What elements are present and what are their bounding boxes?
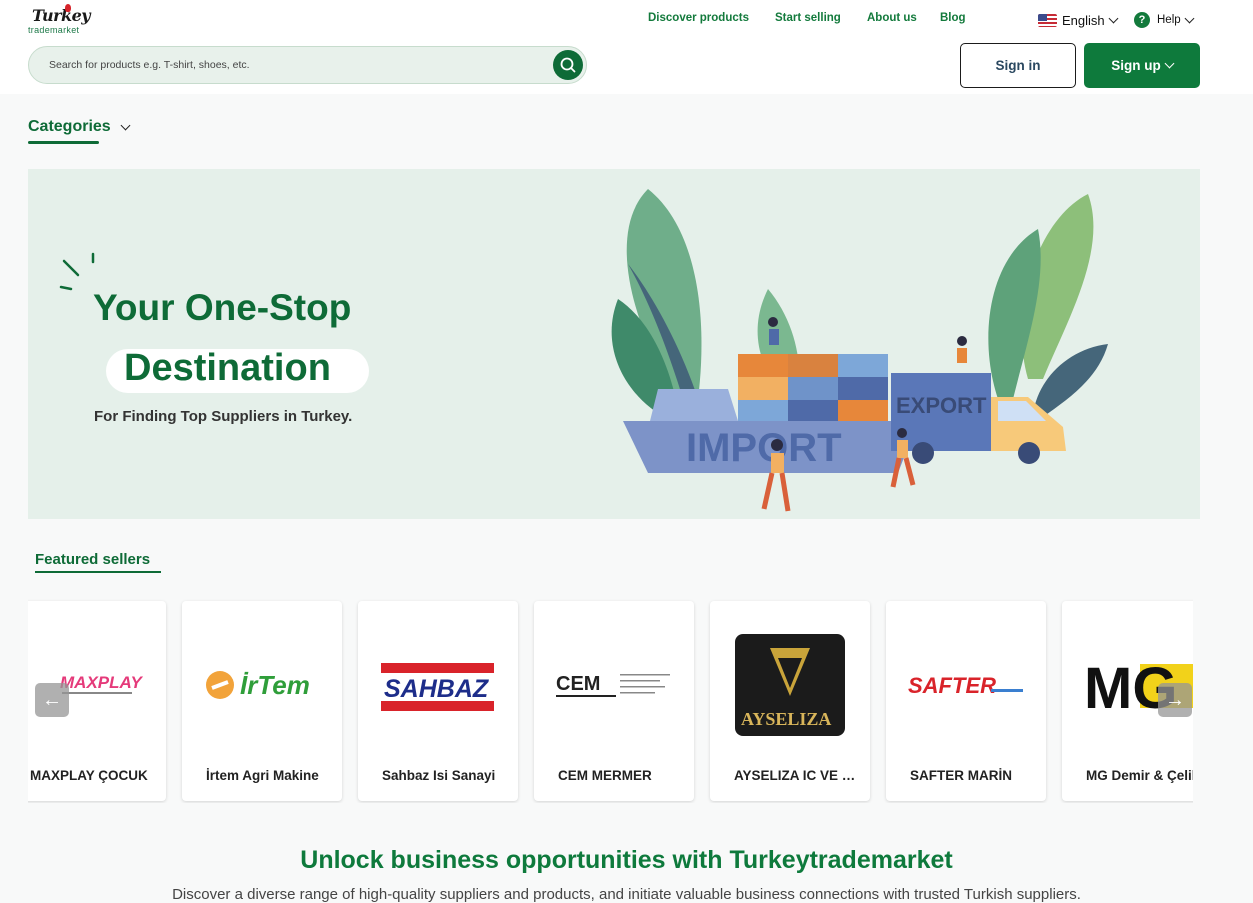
categories-underline — [28, 141, 99, 144]
site-header: Turkey trademarket Discover products Sta… — [0, 0, 1253, 94]
chevron-down-icon — [1184, 13, 1195, 23]
help-circle-icon: ? — [1134, 12, 1150, 28]
chevron-down-icon — [1108, 13, 1119, 23]
search-icon — [560, 57, 576, 73]
nav-about-us[interactable]: About us — [867, 12, 917, 28]
sign-up-button[interactable]: Sign up — [1084, 43, 1200, 88]
featured-sellers-carousel: MAXPLAY MAXPLAY ÇOCUK İrTem İrtem Agri M… — [28, 597, 1193, 803]
illustration-import-text: IMPORT — [686, 426, 842, 470]
us-flag-icon — [1038, 13, 1057, 27]
seller-logo: SAHBAZ — [381, 663, 494, 711]
hero-banner: Your One-Stop Destination For Finding To… — [28, 169, 1200, 519]
seller-card[interactable]: SAFTER SAFTER MARİN — [886, 601, 1046, 801]
hero-subtitle: For Finding Top Suppliers in Turkey. — [94, 408, 353, 425]
nav-start-selling[interactable]: Start selling — [775, 12, 841, 28]
seller-logo-text: MAXPLAY — [60, 673, 144, 692]
language-selector[interactable]: English — [1038, 11, 1119, 29]
seller-card[interactable]: SAHBAZ Sahbaz Isi Sanayi — [358, 601, 518, 801]
brand-logo[interactable]: Turkey trademarket — [28, 4, 92, 36]
help-label: Help — [1157, 14, 1181, 26]
seller-name: Sahbaz Isi Sanayi — [382, 768, 496, 783]
chevron-down-icon — [1164, 58, 1175, 69]
arrow-left-icon: ← — [42, 688, 62, 711]
seller-logo: MG — [1084, 656, 1193, 721]
hero-title-line1: Your One-Stop — [93, 287, 352, 328]
seller-logo-text: İrTem — [240, 670, 310, 700]
nav-discover-products[interactable]: Discover products — [648, 12, 749, 28]
sign-in-button[interactable]: Sign in — [960, 43, 1076, 88]
seller-name: MAXPLAY ÇOCUK — [30, 768, 148, 783]
seller-card[interactable]: AYSELIZA AYSELIZA IC VE DIS — [710, 601, 870, 801]
logo-text-bottom: trademarket — [28, 25, 80, 35]
featured-sellers-underline — [35, 571, 161, 573]
seller-card[interactable]: CEM CEM MERMER — [534, 601, 694, 801]
unlock-description: Discover a diverse range of high-quality… — [172, 886, 1081, 903]
seller-name: MG Demir & Çelik — [1086, 768, 1193, 783]
seller-name: İrtem Agri Makine — [206, 768, 319, 783]
seller-logo: AYSELIZA — [735, 634, 845, 736]
carousel-prev-button[interactable]: ← — [35, 683, 69, 717]
search-input[interactable] — [49, 57, 529, 73]
categories-label: Categories — [28, 118, 111, 135]
seller-logo: İrTem — [206, 670, 310, 700]
logo-text-top: Turkey — [32, 6, 91, 25]
import-export-illustration: IMPORT EXPORT — [611, 189, 1108, 512]
sign-up-label: Sign up — [1111, 58, 1161, 73]
unlock-title: Unlock business opportunities with Turke… — [300, 846, 953, 874]
seller-logo: MAXPLAY — [60, 673, 144, 694]
seller-logo-text: AYSELIZA — [741, 709, 831, 729]
help-menu[interactable]: ? Help — [1134, 11, 1195, 29]
seller-logo: CEM — [556, 673, 670, 697]
seller-card[interactable]: İrTem İrtem Agri Makine — [182, 601, 342, 801]
logo-flame-icon — [65, 4, 71, 12]
seller-name: AYSELIZA IC VE DIS — [734, 768, 858, 783]
nav-blog[interactable]: Blog — [940, 12, 966, 28]
featured-sellers-title: Featured sellers — [35, 551, 151, 568]
carousel-next-button[interactable]: → — [1158, 683, 1192, 717]
seller-name: CEM MERMER — [558, 768, 652, 783]
seller-logo-text: SAHBAZ — [384, 675, 490, 703]
arrow-right-icon: → — [1165, 688, 1185, 711]
language-label: English — [1062, 12, 1105, 28]
search-bar — [28, 46, 587, 84]
seller-logo-text: SAFTER — [908, 673, 996, 698]
search-button[interactable] — [553, 50, 583, 80]
seller-name: SAFTER MARİN — [910, 768, 1012, 783]
illustration-export-text: EXPORT — [896, 393, 987, 418]
seller-logo: SAFTER — [908, 673, 1023, 698]
chevron-down-icon — [120, 120, 131, 130]
categories-dropdown[interactable]: Categories — [28, 118, 131, 136]
seller-logo-text: CEM — [556, 673, 600, 695]
hero-title-line2: Destination — [124, 347, 331, 389]
